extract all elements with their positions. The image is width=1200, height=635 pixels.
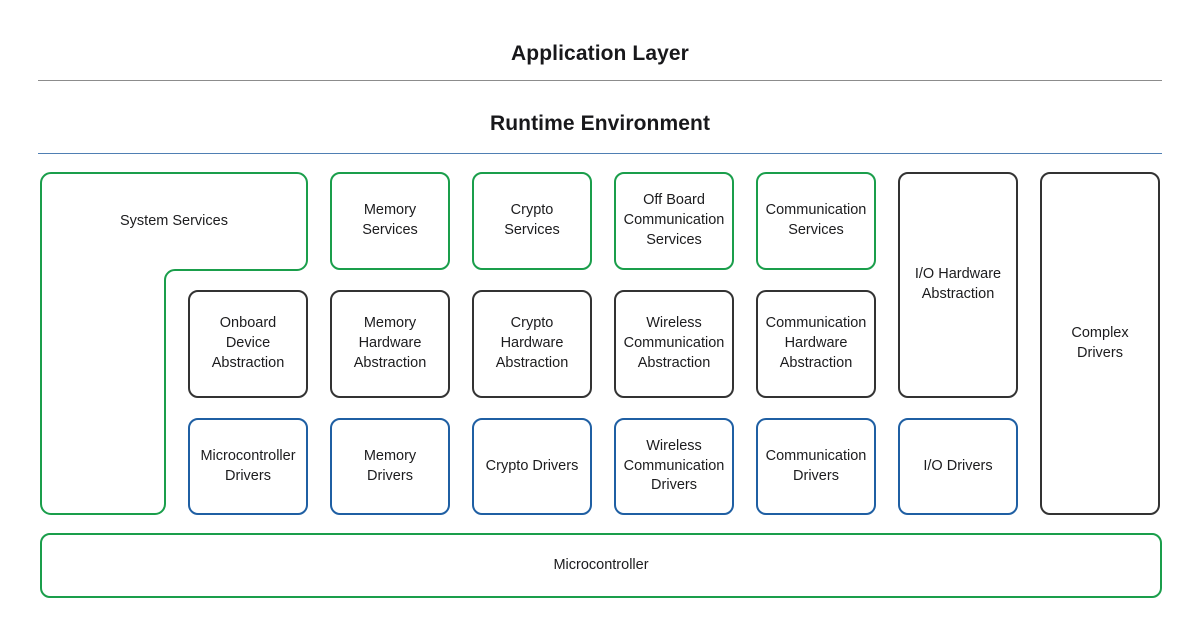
box-wireless-communication-drivers[interactable]: Wireless Communication Drivers [614, 418, 734, 515]
memory-drivers-label: Memory Drivers [363, 447, 417, 484]
wireless-communication-drivers-label: Wireless Communication Drivers [623, 437, 725, 494]
runtime-environment-title: Runtime Environment [489, 112, 711, 135]
complex-drivers-label: Complex Drivers [1071, 324, 1129, 361]
io-drivers-label: I/O Drivers [923, 457, 993, 474]
box-communication-services[interactable]: Communication Services [756, 172, 876, 270]
box-memory-services[interactable]: Memory Services [330, 172, 450, 270]
crypto-drivers-label: Crypto Drivers [485, 457, 579, 474]
crypto-hardware-abstraction-label: Crypto Hardware Abstraction [495, 315, 569, 371]
onboard-device-abstraction-label: Onboard Device Abstraction [211, 315, 285, 371]
runtime-environment-divider [38, 153, 1162, 154]
off-board-communication-services-label: Off Board Communication Services [623, 192, 725, 248]
box-memory-hardware-abstraction[interactable]: Memory Hardware Abstraction [330, 290, 450, 398]
box-crypto-drivers[interactable]: Crypto Drivers [472, 418, 592, 515]
application-layer-divider [38, 80, 1162, 81]
box-communication-drivers[interactable]: Communication Drivers [756, 418, 876, 515]
microcontroller-drivers-label: Microcontroller Drivers [200, 447, 296, 484]
system-services-label: System Services [120, 213, 228, 229]
application-layer-title: Application Layer [511, 42, 689, 65]
box-crypto-hardware-abstraction[interactable]: Crypto Hardware Abstraction [472, 290, 592, 398]
wireless-communication-abstraction-label: Wireless Communication Abstraction [623, 315, 725, 371]
box-io-hardware-abstraction[interactable]: I/O Hardware Abstraction [898, 172, 1018, 398]
box-communication-hardware-abstraction[interactable]: Communication Hardware Abstraction [756, 290, 876, 398]
memory-hardware-abstraction-label: Memory Hardware Abstraction [353, 315, 427, 371]
communication-drivers-label: Communication Drivers [765, 447, 867, 484]
box-complex-drivers[interactable]: Complex Drivers [1040, 172, 1160, 515]
architecture-diagram: Application Layer Runtime Environment Sy… [0, 0, 1200, 635]
box-off-board-communication-services[interactable]: Off Board Communication Services [614, 172, 734, 270]
box-onboard-device-abstraction[interactable]: Onboard Device Abstraction [188, 290, 308, 398]
box-wireless-communication-abstraction[interactable]: Wireless Communication Abstraction [614, 290, 734, 398]
box-microcontroller-drivers[interactable]: Microcontroller Drivers [188, 418, 308, 515]
microcontroller-label: Microcontroller [553, 556, 649, 573]
box-memory-drivers[interactable]: Memory Drivers [330, 418, 450, 515]
communication-hardware-abstraction-label: Communication Hardware Abstraction [765, 315, 867, 371]
io-hardware-abstraction-label: I/O Hardware Abstraction [914, 266, 1002, 302]
crypto-services-label: Crypto Services [504, 202, 560, 238]
communication-services-label: Communication Services [765, 202, 867, 238]
box-io-drivers[interactable]: I/O Drivers [898, 418, 1018, 515]
box-microcontroller[interactable]: Microcontroller [40, 533, 1162, 598]
box-crypto-services[interactable]: Crypto Services [472, 172, 592, 270]
memory-services-label: Memory Services [362, 202, 418, 238]
